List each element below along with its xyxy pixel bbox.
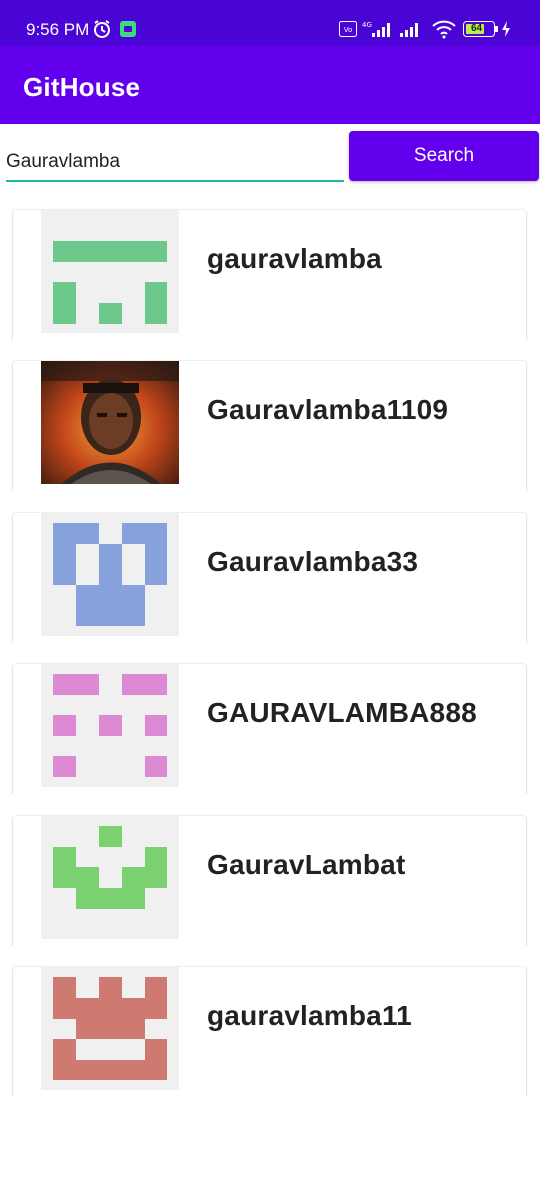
avatar xyxy=(41,513,179,636)
avatar xyxy=(41,210,179,333)
app-bar: GitHouse xyxy=(0,46,540,124)
avatar xyxy=(41,816,179,939)
app-title: GitHouse xyxy=(23,72,141,102)
list-item[interactable]: Gauravlamba33 xyxy=(13,513,526,643)
list-item[interactable]: gauravlamba xyxy=(13,210,526,340)
signal-bars-icon xyxy=(400,23,418,37)
username: Gauravlamba1109 xyxy=(207,394,449,425)
search-button[interactable]: Search xyxy=(349,131,539,181)
username: GauravLambat xyxy=(207,849,406,880)
list-item[interactable]: Gauravlamba1109 xyxy=(13,361,526,491)
list-item[interactable]: GauravLambat xyxy=(13,816,526,946)
status-time: 9:56 PM xyxy=(26,20,90,39)
list-item[interactable]: GAURAVLAMBA888 xyxy=(13,664,526,794)
avatar xyxy=(41,361,179,484)
username: gauravlamba11 xyxy=(207,1000,412,1031)
signal-4g-icon: 4G xyxy=(362,21,390,37)
alarm-icon xyxy=(94,20,110,38)
svg-text:Vo: Vo xyxy=(344,26,353,34)
username: Gauravlamba33 xyxy=(207,546,419,577)
avatar xyxy=(41,967,179,1090)
volte-icon: Vo xyxy=(339,21,357,37)
wifi-icon xyxy=(432,20,456,39)
avatar xyxy=(41,664,179,787)
app-notification-icon xyxy=(120,21,136,37)
charging-icon xyxy=(502,21,510,37)
username: GAURAVLAMBA888 xyxy=(207,697,477,728)
username: gauravlamba xyxy=(207,243,382,274)
battery-level: 64 xyxy=(471,23,483,34)
status-bar: 9:56 PM Vo 4G 64 xyxy=(0,0,540,46)
svg-text:4G: 4G xyxy=(362,21,372,29)
search-input[interactable] xyxy=(6,146,344,182)
list-item[interactable]: gauravlamba11 xyxy=(13,967,526,1097)
